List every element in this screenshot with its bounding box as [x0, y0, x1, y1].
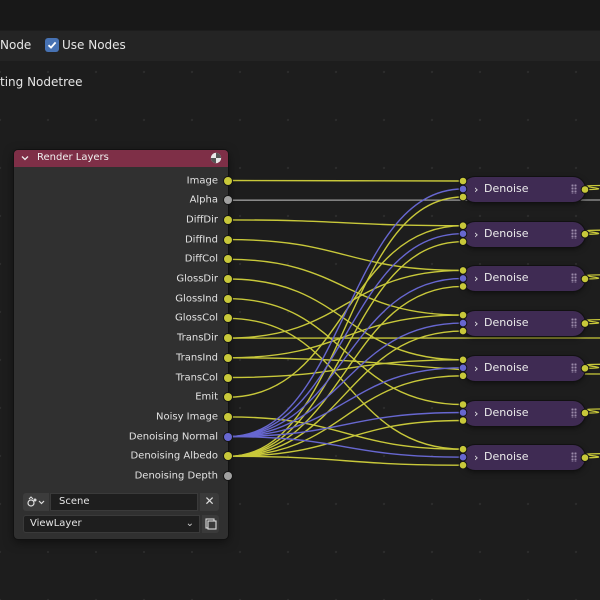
denoise-node[interactable]: › Denoise	[463, 355, 585, 381]
denoise-output-link	[584, 229, 600, 235]
denoise-output-link	[584, 363, 600, 369]
denoise-node[interactable]: › Denoise	[463, 400, 585, 426]
output-label: Denoising Normal	[128, 431, 218, 443]
denoise-label: Denoise	[484, 450, 529, 464]
output-socket[interactable]	[224, 432, 232, 441]
chevron-right-icon[interactable]: ›	[474, 317, 478, 330]
image-link	[227, 298, 464, 406]
denoise-output-link	[584, 184, 600, 191]
output-socket[interactable]	[224, 294, 232, 303]
denoise-node[interactable]: › Denoise	[463, 445, 585, 471]
render-layers-header[interactable]: Render Layers	[14, 150, 228, 167]
output-label: Denoising Albedo	[130, 450, 218, 462]
output-socket[interactable]	[224, 373, 232, 382]
chevron-right-icon[interactable]: ›	[474, 407, 478, 420]
render-layer-button[interactable]	[202, 515, 219, 533]
denoise-node[interactable]: › Denoise	[463, 311, 585, 337]
output-label: DiffDir	[186, 214, 218, 226]
scene-field[interactable]: Scene	[50, 493, 198, 511]
grip-icon[interactable]	[571, 362, 577, 373]
denoise-output-link	[584, 318, 600, 325]
output-socket[interactable]	[224, 353, 232, 362]
denoise-output-link	[584, 453, 600, 459]
scene-icon-button[interactable]	[23, 493, 49, 511]
output-label: Noisy Image	[155, 411, 218, 423]
image-link	[227, 179, 464, 182]
denoise-label: Denoise	[484, 316, 529, 330]
output-label: Alpha	[189, 194, 218, 206]
output-label: GlossCol	[175, 312, 218, 324]
output-label: TransCol	[175, 372, 218, 383]
output-socket[interactable]	[224, 176, 232, 185]
view-layer-name: ViewLayer	[30, 518, 82, 529]
image-link	[227, 258, 464, 316]
output-label: GlossInd	[175, 293, 218, 305]
output-socket[interactable]	[224, 472, 232, 480]
denoise-label: Denoise	[484, 182, 529, 195]
output-label: TransInd	[175, 352, 218, 364]
chevron-right-icon[interactable]: ›	[474, 183, 478, 196]
output-socket[interactable]	[224, 235, 232, 244]
image-stack-icon	[204, 518, 217, 530]
grip-icon[interactable]	[571, 228, 577, 239]
view-layer-selector[interactable]: ViewLayer ⌄	[23, 515, 219, 533]
output-label: DiffInd	[184, 234, 218, 246]
render-preview-icon[interactable]	[210, 152, 222, 164]
scene-icon	[27, 496, 45, 507]
denoise-output-link	[584, 408, 600, 414]
denoise-label: Denoise	[484, 226, 529, 240]
grip-icon[interactable]	[571, 184, 577, 194]
denoise-node[interactable]: › Denoise	[463, 266, 585, 292]
normal-link	[227, 322, 464, 438]
denoise-label: Denoise	[484, 405, 529, 419]
grip-icon[interactable]	[571, 318, 577, 329]
image-link	[227, 219, 464, 227]
denoise-label: Denoise	[484, 271, 529, 285]
image-link	[227, 238, 464, 272]
grip-icon[interactable]	[571, 273, 577, 284]
render-layers-title: Render Layers	[37, 152, 109, 163]
denoise-output-link	[584, 274, 600, 280]
output-socket[interactable]	[224, 412, 232, 421]
output-socket[interactable]	[224, 275, 232, 283]
view-layer-dropdown[interactable]: ViewLayer ⌄	[23, 515, 200, 533]
chevron-right-icon[interactable]: ›	[474, 362, 478, 375]
denoise-node[interactable]: › Denoise	[463, 221, 585, 247]
grip-icon[interactable]	[571, 452, 577, 463]
close-icon[interactable]: ✕	[200, 493, 219, 511]
output-label: DiffCol	[184, 253, 218, 265]
output-label: Denoising Depth	[134, 470, 218, 482]
denoise-node[interactable]: › Denoise	[463, 177, 585, 202]
output-socket[interactable]	[224, 215, 232, 224]
render-layers-node[interactable]: Render Layers Image Alpha DiffDir DiffInd Di…	[14, 150, 232, 539]
scene-name: Scene	[59, 496, 90, 507]
denoise-label: Denoise	[484, 360, 529, 374]
chevron-down-icon: ⌄	[185, 518, 194, 529]
scene-selector[interactable]: Scene ✕	[23, 493, 219, 511]
image-link	[227, 359, 464, 379]
chevron-down-icon[interactable]	[20, 153, 30, 163]
output-label: GlossDir	[176, 273, 218, 285]
output-label: Emit	[195, 391, 218, 403]
chevron-right-icon[interactable]: ›	[474, 272, 478, 285]
chevron-right-icon[interactable]: ›	[474, 451, 478, 464]
output-label: Image	[186, 175, 218, 186]
albedo-link	[227, 455, 464, 466]
grip-icon[interactable]	[571, 407, 577, 418]
chevron-right-icon[interactable]: ›	[474, 228, 478, 241]
output-label: TransDir	[176, 332, 218, 344]
